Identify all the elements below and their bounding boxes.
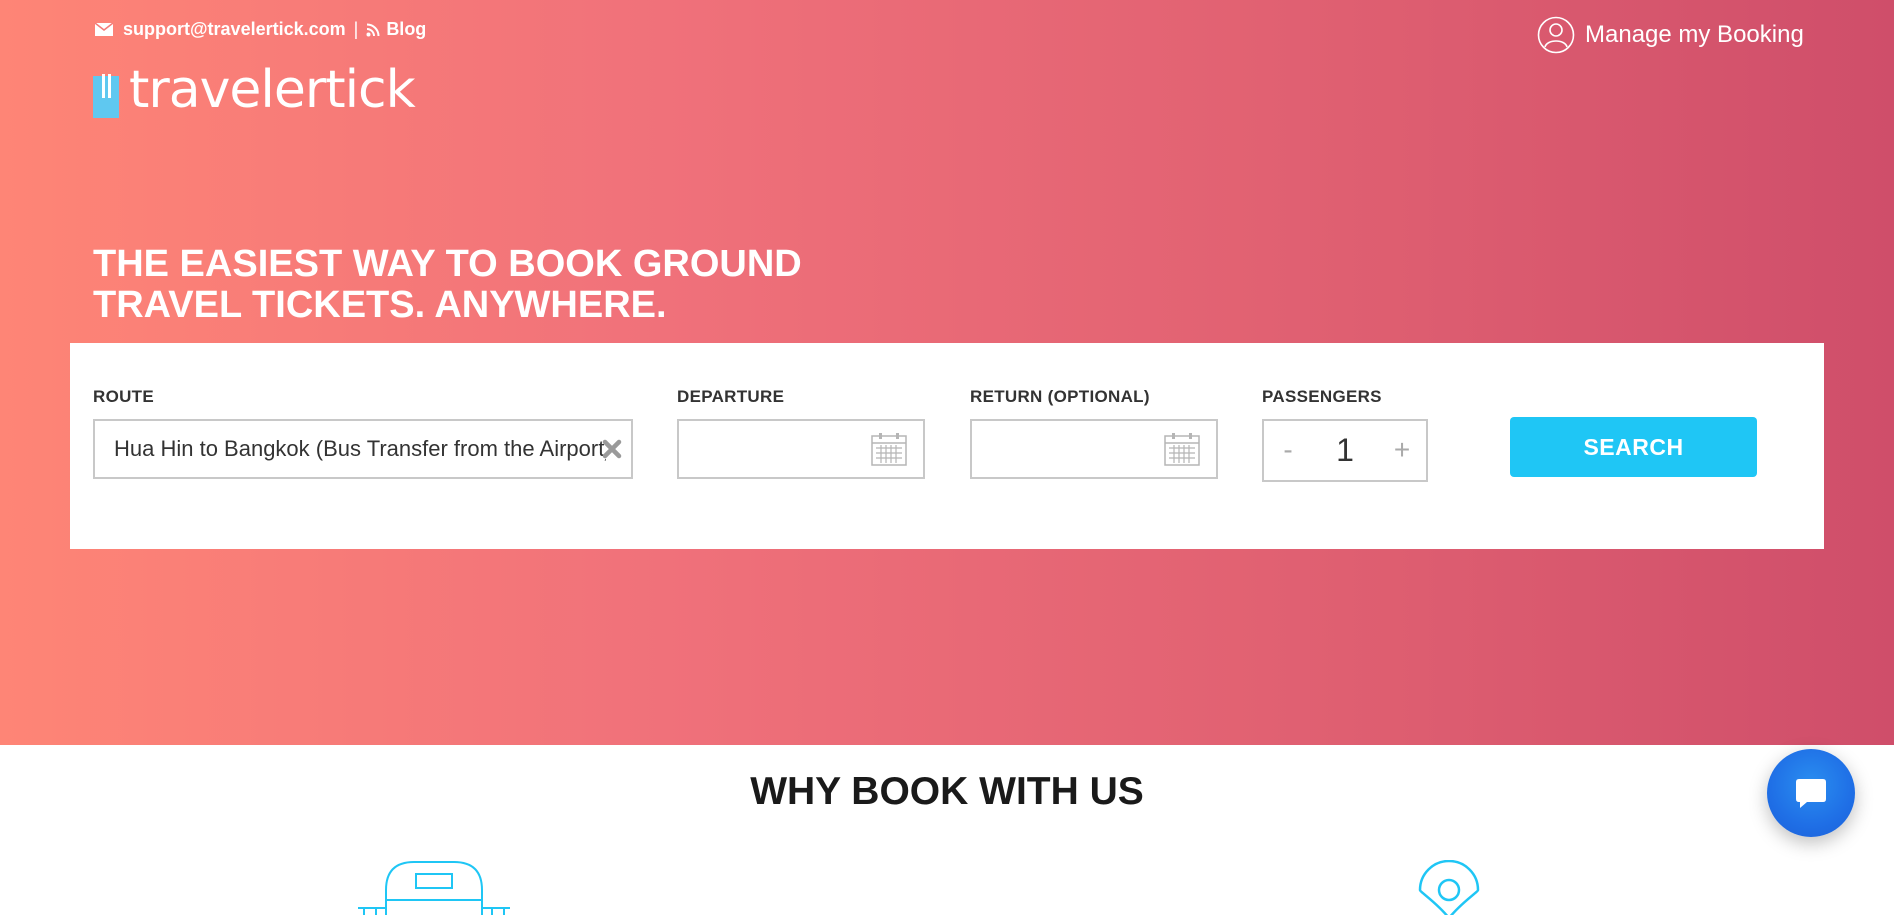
support-email-link[interactable]: support@travelertick.com [123,19,346,40]
route-field[interactable]: Hua Hin to Bangkok (Bus Transfer from th… [93,419,633,479]
calendar-icon[interactable] [1164,432,1200,466]
bus-icon [358,861,510,915]
calendar-icon[interactable] [871,432,907,466]
contact-bar: support@travelertick.com | Blog [95,19,426,40]
manage-booking-label: Manage my Booking [1585,21,1804,48]
passengers-decrement-button[interactable]: - [1264,421,1312,480]
mail-icon [95,23,113,36]
return-label: RETURN (OPTIONAL) [970,387,1150,406]
logo-text: travelertick [129,60,416,120]
headline-line-1: THE EASIEST WAY TO BOOK GROUND [93,243,802,285]
clear-icon[interactable] [601,438,623,460]
chat-button[interactable] [1767,749,1855,837]
search-button[interactable]: SEARCH [1510,417,1757,477]
header-separator: | [353,19,359,39]
passengers-count[interactable]: 1 [1316,421,1374,480]
chat-icon [1796,779,1826,808]
departure-label: DEPARTURE [677,387,785,406]
hero-headline: THE EASIEST WAY TO BOOK GROUND TRAVEL TI… [93,244,853,326]
user-icon [1537,16,1575,54]
route-input[interactable]: Hua Hin to Bangkok (Bus Transfer from th… [114,421,606,477]
return-field[interactable] [970,419,1218,479]
departure-input[interactable] [679,421,865,477]
location-pin-icon [1418,860,1480,915]
why-book-title: WHY BOOK WITH US [750,770,1144,813]
hero-section: support@travelertick.com | Blog Manage m… [0,0,1894,745]
search-panel: ROUTE Hua Hin to Bangkok (Bus Transfer f… [70,343,1824,549]
blog-link[interactable]: Blog [386,19,426,40]
rss-icon [366,23,380,36]
manage-booking-link[interactable]: Manage my Booking [1537,16,1804,54]
ticket-logo-icon [93,74,119,118]
passengers-stepper: - 1 + [1262,419,1428,482]
headline-line-2: TRAVEL TICKETS. ANYWHERE. [93,284,667,326]
route-label: ROUTE [93,387,154,406]
passengers-increment-button[interactable]: + [1378,421,1426,480]
logo[interactable]: travelertick [93,60,416,120]
passengers-label: PASSENGERS [1262,387,1382,406]
return-input[interactable] [972,421,1158,477]
departure-field[interactable] [677,419,925,479]
